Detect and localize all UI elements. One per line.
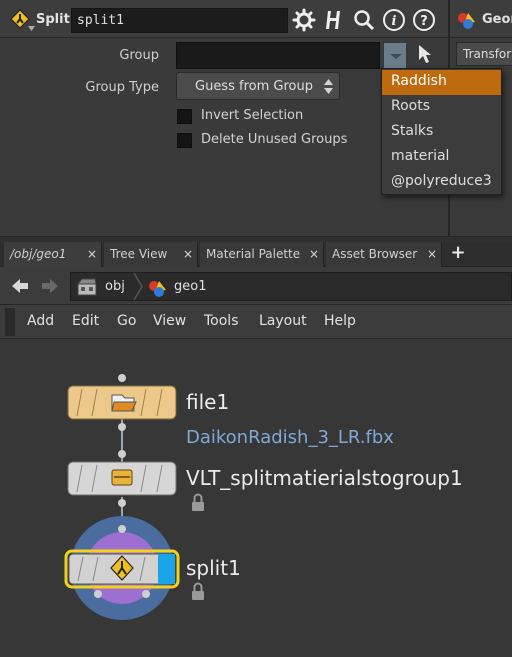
tab-asset-browser[interactable]: Asset Browser × bbox=[326, 242, 442, 267]
display-flag[interactable] bbox=[158, 554, 175, 584]
lock-icon bbox=[192, 582, 204, 600]
network-menu-bar: Add Edit Go View Tools Layout Help bbox=[0, 305, 512, 339]
svg-text:?: ? bbox=[420, 14, 428, 29]
tab-label: Asset Browser bbox=[332, 247, 418, 261]
houdini-window: Split i bbox=[0, 0, 512, 657]
svg-text:i: i bbox=[392, 14, 397, 29]
node-vlt-splitmatierialstogroup1[interactable] bbox=[67, 461, 177, 496]
tab-obj-geo1[interactable]: /obj/geo1 × bbox=[4, 242, 102, 267]
menu-item-raddish[interactable]: Raddish bbox=[382, 70, 501, 95]
chevron-down-icon[interactable] bbox=[28, 26, 35, 32]
pane-tab-bar: /obj/geo1 × Tree View × Material Palette… bbox=[0, 242, 512, 267]
breadcrumb-geo1[interactable]: geo1 bbox=[174, 279, 206, 294]
breadcrumb: obj geo1 bbox=[70, 272, 512, 301]
group-dropdown-menu: Raddish Roots Stalks material @polyreduc… bbox=[381, 68, 502, 195]
menu-item-material[interactable]: material bbox=[382, 145, 501, 170]
node-file1[interactable] bbox=[67, 385, 177, 420]
node-label-vlt[interactable]: VLT_splitmatierialstogroup1 bbox=[186, 466, 463, 490]
network-graph bbox=[64, 374, 204, 620]
input-port[interactable] bbox=[118, 374, 126, 382]
menu-item-roots[interactable]: Roots bbox=[382, 95, 501, 120]
network-editor[interactable]: file1 DaikonRadish_3_LR.fbx VLT_splitmat… bbox=[0, 339, 512, 657]
node-split1[interactable] bbox=[64, 549, 180, 589]
menu-item-stalks[interactable]: Stalks bbox=[382, 120, 501, 145]
close-icon[interactable]: × bbox=[309, 247, 319, 261]
tab-transform[interactable]: Transfor bbox=[456, 42, 512, 66]
breadcrumb-obj[interactable]: obj bbox=[105, 279, 125, 294]
delete-unused-groups-label: Delete Unused Groups bbox=[201, 132, 348, 147]
menu-go[interactable]: Go bbox=[117, 313, 136, 329]
close-icon[interactable]: × bbox=[87, 247, 97, 261]
node-label-split1[interactable]: split1 bbox=[186, 556, 241, 580]
group-type-label: Group Type bbox=[85, 80, 159, 95]
node-name-field[interactable] bbox=[71, 8, 288, 33]
tab-material-palette[interactable]: Material Palette × bbox=[200, 242, 324, 267]
geo-node-icon bbox=[149, 281, 166, 297]
menu-add[interactable]: Add bbox=[27, 313, 54, 329]
split-node-icon bbox=[10, 9, 30, 29]
back-arrow-icon[interactable] bbox=[10, 277, 30, 295]
right-pane-header: Geon bbox=[450, 0, 512, 38]
close-icon[interactable]: × bbox=[183, 247, 193, 261]
add-tab-button[interactable]: + bbox=[448, 242, 468, 266]
node-type-label: Split bbox=[36, 12, 70, 27]
obj-network-icon bbox=[77, 278, 97, 296]
gear-icon[interactable] bbox=[292, 8, 316, 32]
right-pane-title: Geon bbox=[482, 12, 512, 27]
forward-arrow-icon[interactable] bbox=[40, 277, 60, 295]
search-icon[interactable] bbox=[352, 8, 376, 32]
close-icon[interactable]: × bbox=[427, 247, 437, 261]
tab-tree-view[interactable]: Tree View × bbox=[104, 242, 198, 267]
parameter-header: Split i bbox=[0, 0, 448, 38]
geo-node-icon bbox=[458, 13, 475, 29]
tab-label: /obj/geo1 bbox=[10, 247, 67, 261]
menu-layout[interactable]: Layout bbox=[259, 313, 307, 329]
menu-item-polyreduce3[interactable]: @polyreduce3 bbox=[382, 170, 501, 195]
group-field[interactable] bbox=[176, 42, 380, 69]
breadcrumb-separator bbox=[133, 273, 143, 300]
lock-icon bbox=[192, 493, 204, 511]
node-label-file1[interactable]: file1 bbox=[186, 390, 229, 414]
updown-arrows-icon bbox=[324, 79, 333, 94]
question-icon[interactable]: ? bbox=[412, 8, 436, 32]
select-arrow-icon[interactable] bbox=[416, 43, 434, 65]
group-type-select[interactable]: Guess from Group bbox=[176, 72, 340, 100]
menu-edit[interactable]: Edit bbox=[72, 313, 99, 329]
input-port[interactable] bbox=[118, 450, 126, 458]
help-h-icon[interactable] bbox=[322, 8, 346, 32]
menu-strip-handle[interactable] bbox=[5, 308, 15, 336]
node-sublabel-file1: DaikonRadish_3_LR.fbx bbox=[186, 427, 394, 448]
info-icon[interactable]: i bbox=[382, 8, 406, 32]
menu-view[interactable]: View bbox=[153, 313, 186, 329]
output-port[interactable] bbox=[94, 590, 102, 598]
invert-selection-checkbox[interactable] bbox=[177, 109, 192, 124]
tab-label: Tree View bbox=[110, 247, 168, 261]
tab-label: Material Palette bbox=[206, 247, 301, 261]
group-type-value: Guess from Group bbox=[195, 79, 313, 94]
output-port[interactable] bbox=[118, 423, 126, 431]
group-dropdown-button[interactable] bbox=[383, 42, 407, 69]
delete-unused-groups-checkbox[interactable] bbox=[177, 133, 192, 148]
path-bar: obj geo1 bbox=[0, 267, 512, 305]
output-port[interactable] bbox=[142, 590, 150, 598]
input-port[interactable] bbox=[118, 525, 126, 533]
group-label: Group bbox=[119, 48, 159, 63]
output-port[interactable] bbox=[118, 499, 126, 507]
invert-selection-label: Invert Selection bbox=[201, 108, 304, 123]
menu-help[interactable]: Help bbox=[324, 313, 356, 329]
menu-tools[interactable]: Tools bbox=[204, 313, 239, 329]
